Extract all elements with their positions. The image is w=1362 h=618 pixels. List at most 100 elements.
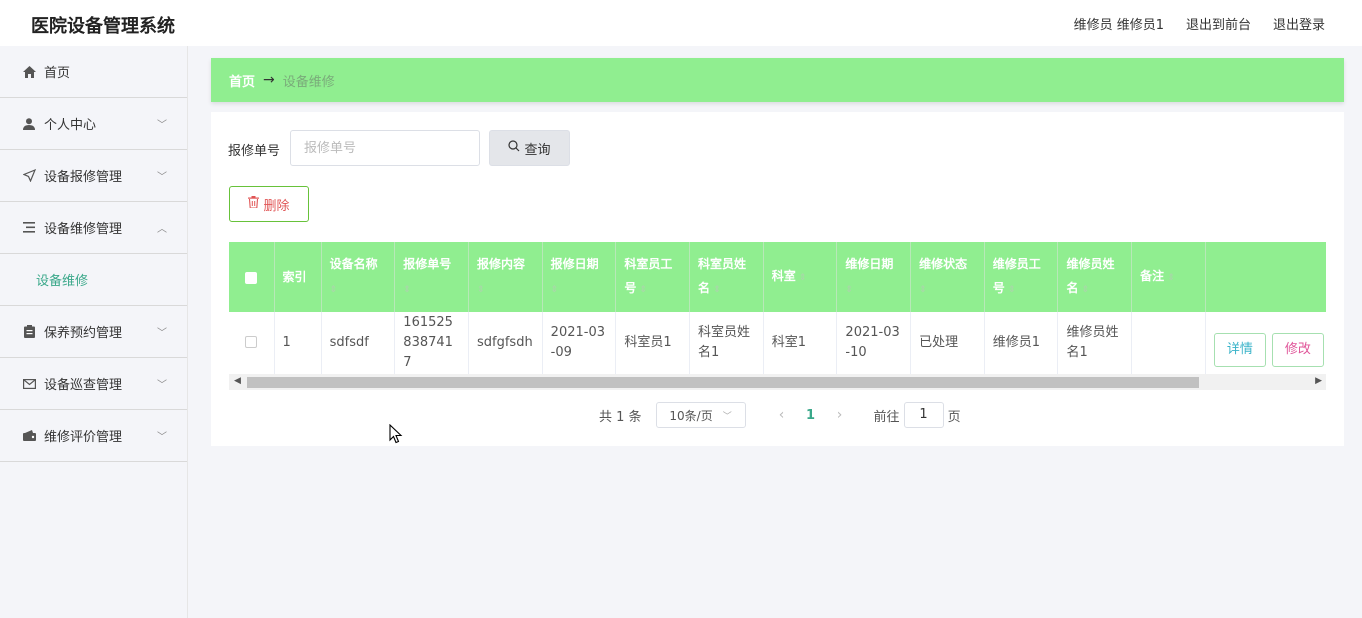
chevron-down-icon: ﹀: [157, 172, 167, 183]
search-button[interactable]: 查询: [489, 130, 570, 166]
delete-button-label: 删除: [263, 198, 290, 214]
clipboard-icon: [22, 325, 36, 339]
logout-link[interactable]: 退出登录: [1273, 14, 1325, 33]
mouse-cursor-icon: [389, 424, 403, 444]
sort-icon: ⇕: [550, 285, 559, 295]
sidebar-subitem-equipment-repair[interactable]: 设备维修: [0, 254, 187, 306]
col-header-device-name[interactable]: 设备名称 ⇕: [321, 242, 396, 312]
goto-page-input[interactable]: 1: [903, 402, 944, 428]
search-input[interactable]: [290, 130, 480, 166]
col-header-actions: 操作: [1205, 242, 1326, 312]
page-size-select[interactable]: 10条/页 ﹀: [655, 402, 746, 428]
chevron-down-icon: ﹀: [722, 411, 732, 422]
col-header-repairer-name[interactable]: 维修员姓名 ⇕: [1057, 242, 1133, 312]
chevron-down-icon: ﹀: [157, 380, 167, 391]
cell-index: 1: [274, 312, 322, 375]
page-number-current[interactable]: 1: [796, 408, 826, 423]
sidebar-item-inspection[interactable]: 设备巡查管理 ﹀: [0, 358, 187, 410]
mail-icon: [22, 377, 36, 391]
col-header-maintain-date[interactable]: 维修日期 ⇕: [836, 242, 912, 312]
current-user-label: 维修员 维修员1: [1073, 18, 1164, 33]
delete-button[interactable]: 删除: [229, 186, 309, 222]
col-header-repair-date[interactable]: 报修日期 ⇕: [542, 242, 617, 312]
sort-icon: ⇕: [919, 285, 927, 295]
col-header-department[interactable]: 科室 ⇕: [763, 242, 838, 312]
goto-prefix: 前往: [873, 409, 900, 425]
user-icon: [22, 117, 36, 131]
col-header-remark[interactable]: 备注 ⇕: [1131, 242, 1206, 312]
content-panel: 报修单号 查询 删除 索引 设备名称⇕ 报修单号⇕ 报修内容⇕ 报: [211, 112, 1344, 446]
sidebar-item-label: 设备报修管理: [44, 170, 123, 185]
sort-icon: ⇕: [403, 285, 411, 295]
edit-button[interactable]: 修改: [1271, 332, 1324, 367]
col-header-staff-no[interactable]: 科室员工号 ⇕: [615, 242, 691, 312]
sidebar: 首页 个人中心 ﹀ 设备报修管理 ﹀ 设备维修管理 ︿ 设备维修 保养预约管理 …: [0, 46, 188, 618]
col-header-status[interactable]: 维修状态 ⇕: [910, 242, 985, 312]
wallet-icon: [22, 429, 36, 443]
cell-repair-no: 1615258387417: [394, 312, 469, 375]
sidebar-item-label: 设备巡查管理: [44, 378, 123, 393]
col-header-repair-content[interactable]: 报修内容 ⇕: [468, 242, 543, 312]
cell-staff-no: 科室员1: [615, 312, 691, 375]
detail-button[interactable]: 详情: [1213, 332, 1266, 367]
data-table: 索引 设备名称 ⇕ 报修单号 ⇕ 报修内容 ⇕ 报修日期 ⇕ 科室员工号 ⇕ 科室员姓名…: [229, 242, 1326, 392]
sort-icon: ⇕: [710, 285, 721, 295]
cell-staff-name: 科室员姓名1: [689, 312, 764, 375]
breadcrumb: 首页 → 设备维修: [211, 58, 1344, 102]
home-icon: [22, 65, 36, 79]
cell-status: 已处理: [910, 312, 985, 375]
scroll-left-icon[interactable]: ◀: [234, 376, 241, 386]
chevron-down-icon: ﹀: [157, 432, 167, 443]
search-button-label: 查询: [524, 142, 551, 158]
breadcrumb-home[interactable]: 首页: [229, 71, 255, 90]
col-header-repair-no[interactable]: 报修单号 ⇕: [394, 242, 469, 312]
cell-remark: [1131, 312, 1206, 375]
pagination-total: 共 1 条: [599, 409, 642, 425]
col-header-index: 索引: [274, 242, 322, 312]
sort-icon: ⇕: [845, 285, 853, 295]
app-title: 医院设备管理系统: [31, 16, 175, 37]
next-page-icon[interactable]: ›: [826, 407, 854, 423]
goto-suffix: 页: [947, 409, 961, 425]
search-label: 报修单号: [228, 144, 281, 159]
col-header-staff-name[interactable]: 科室员姓名 ⇕: [689, 242, 764, 312]
sort-icon: ⇕: [1004, 285, 1016, 295]
page-size-value: 10条/页: [669, 408, 713, 423]
horizontal-scrollbar[interactable]: ◀ ▶: [229, 374, 1326, 390]
cell-repair-content: sdfgfsdh: [468, 312, 543, 375]
header-actions: 维修员 维修员1 退出到前台 退出登录: [1074, 14, 1325, 33]
select-all-checkbox[interactable]: [229, 242, 275, 312]
scroll-right-icon[interactable]: ▶: [1315, 376, 1322, 386]
goto-page: 前往 1 页: [874, 402, 961, 428]
sidebar-item-maintenance-booking[interactable]: 保养预约管理 ﹀: [0, 306, 187, 358]
prev-page-icon[interactable]: ‹: [768, 407, 796, 423]
cell-device-name: sdfsdf: [321, 312, 396, 375]
cell-repairer-no: 维修员1: [984, 312, 1059, 375]
sort-icon: ⇕: [476, 285, 485, 295]
list-icon: [22, 221, 36, 235]
scrollbar-thumb[interactable]: [247, 377, 1199, 388]
sidebar-item-evaluation[interactable]: 维修评价管理 ﹀: [0, 410, 187, 462]
chevron-up-icon: ︿: [157, 224, 167, 235]
table-header-row: 索引 设备名称 ⇕ 报修单号 ⇕ 报修内容 ⇕ 报修日期 ⇕ 科室员工号 ⇕ 科室员姓名…: [229, 242, 1326, 312]
col-header-repairer-no[interactable]: 维修员工号 ⇕: [984, 242, 1059, 312]
sort-icon: ⇕: [636, 285, 648, 295]
top-header: 医院设备管理系统 维修员 维修员1 退出到前台 退出登录: [0, 0, 1362, 46]
sidebar-item-home[interactable]: 首页: [0, 46, 187, 98]
trash-icon: [248, 196, 260, 212]
sort-icon: ⇕: [1164, 273, 1175, 283]
cell-maintain-date: 2021-03-10: [836, 312, 912, 375]
row-checkbox[interactable]: [229, 312, 275, 375]
cell-department: 科室1: [763, 312, 838, 375]
send-icon: [22, 169, 36, 183]
sidebar-item-label: 个人中心: [44, 118, 97, 133]
sort-icon: ⇕: [795, 273, 807, 283]
sort-icon: ⇕: [329, 285, 338, 295]
sidebar-item-personal-center[interactable]: 个人中心 ﹀: [0, 98, 187, 150]
sidebar-item-maintenance[interactable]: 设备维修管理 ︿: [0, 202, 187, 254]
sidebar-item-label: 设备维修管理: [44, 222, 123, 237]
sidebar-item-repair-request[interactable]: 设备报修管理 ﹀: [0, 150, 187, 202]
breadcrumb-arrow-icon: →: [263, 72, 275, 88]
table-row: 1 sdfsdf 1615258387417 sdfgfsdh 2021-03-…: [229, 312, 1326, 375]
back-to-front-link[interactable]: 退出到前台: [1186, 14, 1251, 33]
